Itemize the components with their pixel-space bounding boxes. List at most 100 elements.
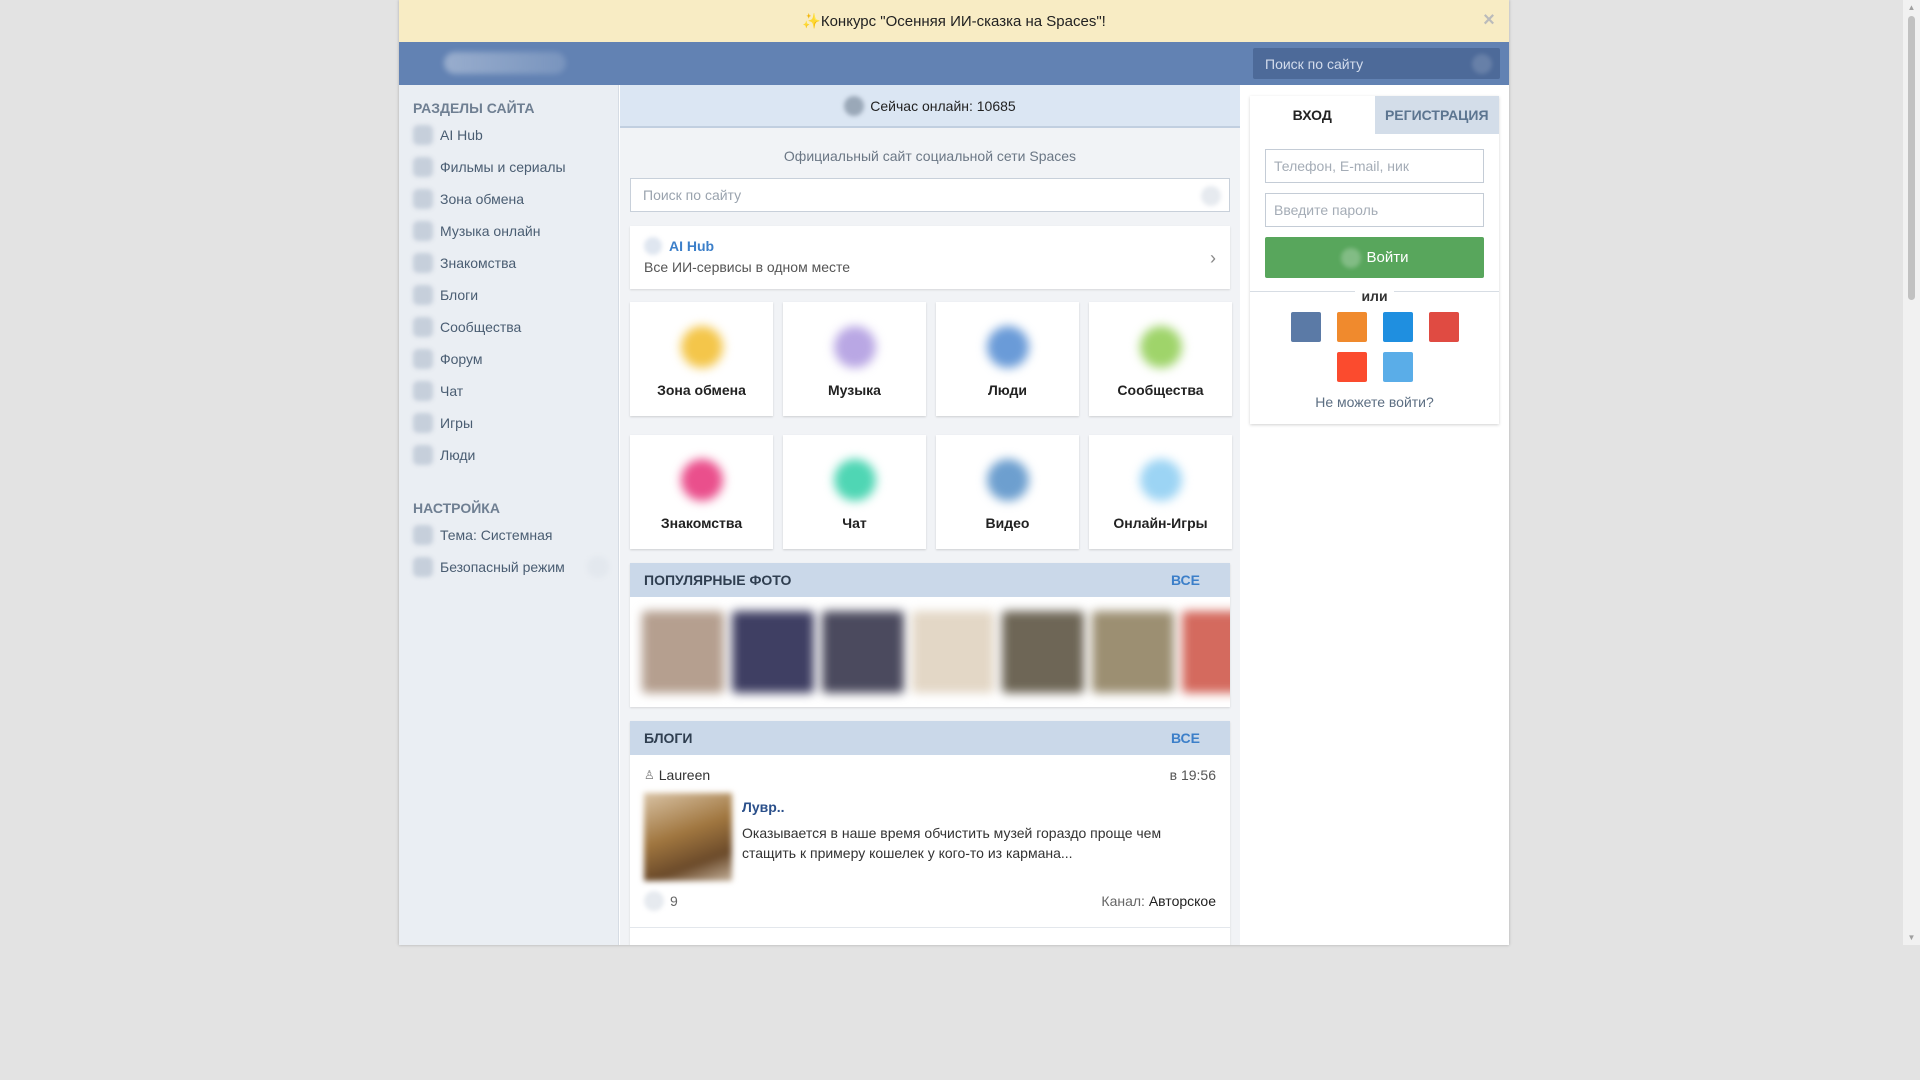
scrollbar-thumb[interactable] — [1908, 16, 1915, 300]
author-name[interactable]: Laureen — [659, 767, 710, 783]
blog-post[interactable]: ♙ Laureen в 19:56 Лувр.. Оказывается в н… — [630, 755, 1230, 927]
category-tile[interactable]: Сообщества — [1089, 302, 1232, 416]
likes[interactable]: 9 — [644, 891, 678, 911]
sidebar-item-safe-mode[interactable]: Безопасный режим — [399, 551, 618, 583]
photo-thumbnail[interactable] — [642, 611, 724, 693]
sidebar-item[interactable]: Игры — [399, 407, 618, 439]
safe-mode-toggle[interactable] — [586, 556, 609, 578]
mailru-login-icon[interactable] — [1382, 312, 1413, 342]
people-icon — [413, 445, 433, 465]
or-divider: или — [1250, 288, 1499, 304]
sidebar-item-label: Люди — [440, 447, 476, 463]
category-tile[interactable]: Зона обмена — [630, 302, 773, 416]
search-icon[interactable] — [1201, 186, 1221, 206]
post-thumbnail[interactable] — [644, 793, 732, 881]
sidebar-item[interactable]: Люди — [399, 439, 618, 471]
user-icon: ♙ — [644, 768, 655, 782]
sidebar-item[interactable]: Знакомства — [399, 247, 618, 279]
category-tile[interactable]: Люди — [936, 302, 1079, 416]
sidebar-item[interactable]: Фильмы и сериалы — [399, 151, 618, 183]
aihub-subtitle: Все ИИ-сервисы в одном месте — [644, 259, 851, 275]
sidebar-item-label: Игры — [440, 415, 474, 431]
sidebar-item[interactable]: Чат — [399, 375, 618, 407]
theme-icon — [413, 525, 433, 545]
chat-icon — [833, 459, 876, 501]
category-tile[interactable]: Онлайн-Игры — [1089, 435, 1232, 549]
login-field[interactable] — [1265, 149, 1484, 183]
sidebar-item-label: AI Hub — [440, 127, 483, 143]
like-icon[interactable] — [644, 891, 664, 911]
online-counter[interactable]: Сейчас онлайн: 10685 — [620, 85, 1240, 128]
login-button[interactable]: Войти — [1265, 237, 1484, 278]
category-tile[interactable]: Музыка — [783, 302, 926, 416]
main-search-input[interactable] — [631, 187, 1131, 203]
sidebar-item[interactable]: AI Hub — [399, 119, 618, 151]
photo-thumbnail[interactable] — [1182, 611, 1230, 693]
blogs-all-link[interactable]: ВСЕ — [1171, 730, 1200, 746]
sidebar-item-theme[interactable]: Тема: Системная — [399, 519, 618, 551]
login-box: ВХОД РЕГИСТРАЦИЯ Войти или Не можете — [1250, 96, 1499, 424]
sidebar-item[interactable]: Зона обмена — [399, 183, 618, 215]
blog-author[interactable]: ♙ Laureen — [644, 767, 710, 783]
video-icon — [986, 459, 1029, 501]
photo-thumbnail[interactable] — [732, 611, 814, 693]
channel-value[interactable]: Авторское — [1149, 893, 1216, 909]
ok-login-icon[interactable] — [1336, 312, 1367, 342]
online-icon — [844, 95, 865, 116]
post-title[interactable]: Лувр.. — [742, 799, 1202, 815]
sidebar-item-label: Зона обмена — [440, 191, 525, 207]
sidebar-item[interactable]: Форум — [399, 343, 618, 375]
category-tile[interactable]: Чат — [783, 435, 926, 549]
header-search-input[interactable] — [1253, 55, 1453, 72]
photos-all-link[interactable]: ВСЕ — [1171, 572, 1200, 588]
main-search[interactable] — [630, 178, 1230, 212]
sidebar-item[interactable]: Сообщества — [399, 311, 618, 343]
scrollbar[interactable]: ▲ ▼ — [1903, 0, 1920, 945]
login-button-label: Войти — [1366, 249, 1409, 266]
page: ✨Конкурс "Осенняя ИИ-сказка на Spaces"! … — [399, 0, 1509, 945]
site-logo[interactable] — [444, 52, 566, 74]
twitter-login-icon[interactable] — [1382, 352, 1413, 382]
photo-thumbnail[interactable] — [1002, 611, 1084, 693]
sidebar-item-label: Блоги — [440, 287, 479, 303]
cant-login-link[interactable]: Не можете войти? — [1265, 394, 1484, 424]
contest-banner[interactable]: ✨Конкурс "Осенняя ИИ-сказка на Spaces"! … — [399, 0, 1509, 42]
chevron-right-icon: › — [1210, 248, 1216, 268]
ai-icon — [413, 125, 433, 145]
vk-login-icon[interactable] — [1290, 312, 1321, 342]
close-icon[interactable]: × — [1479, 10, 1499, 30]
next-blog-post — [630, 927, 1230, 945]
sidebar-item-label: Форум — [440, 351, 483, 367]
sidebar-item[interactable]: Блоги — [399, 279, 618, 311]
category-tile[interactable]: Знакомства — [630, 435, 773, 549]
tile-label: Зона обмена — [657, 382, 746, 398]
main-content: Сейчас онлайн: 10685 Официальный сайт со… — [620, 85, 1240, 945]
post-excerpt: Оказывается в наше время обчистить музей… — [742, 825, 1162, 861]
search-icon[interactable] — [1472, 54, 1492, 74]
sidebar-item[interactable]: Музыка онлайн — [399, 215, 618, 247]
tab-login[interactable]: ВХОД — [1250, 96, 1375, 134]
photo-thumbnail[interactable] — [822, 611, 904, 693]
music-icon — [833, 326, 876, 368]
blogs-panel: БЛОГИ ВСЕ ♙ Laureen в 19:56 Лувр.. Оказы… — [630, 721, 1230, 945]
scroll-down-icon[interactable]: ▼ — [1907, 933, 1916, 942]
aihub-title[interactable]: AI Hub — [669, 238, 1216, 256]
tab-register[interactable]: РЕГИСТРАЦИЯ — [1374, 96, 1499, 134]
login-icon — [1340, 247, 1361, 268]
site-header — [399, 42, 1509, 85]
photo-thumbnail[interactable] — [1092, 611, 1174, 693]
games-icon — [413, 413, 433, 433]
yandex-login-icon[interactable] — [1336, 352, 1367, 382]
login-form: Войти или Не можете войти? — [1250, 134, 1499, 424]
banner-text[interactable]: ✨Конкурс "Осенняя ИИ-сказка на Spaces"! — [802, 12, 1106, 30]
password-input[interactable] — [1266, 202, 1483, 218]
shield-icon — [413, 557, 433, 577]
scroll-up-icon[interactable]: ▲ — [1907, 3, 1916, 12]
password-field[interactable] — [1265, 193, 1484, 227]
header-search[interactable] — [1253, 48, 1500, 79]
google-login-icon[interactable] — [1428, 312, 1459, 342]
category-tile[interactable]: Видео — [936, 435, 1079, 549]
aihub-card[interactable]: AI Hub Все ИИ-сервисы в одном месте › — [630, 226, 1230, 289]
login-input[interactable] — [1266, 158, 1483, 174]
photo-thumbnail[interactable] — [912, 611, 994, 693]
